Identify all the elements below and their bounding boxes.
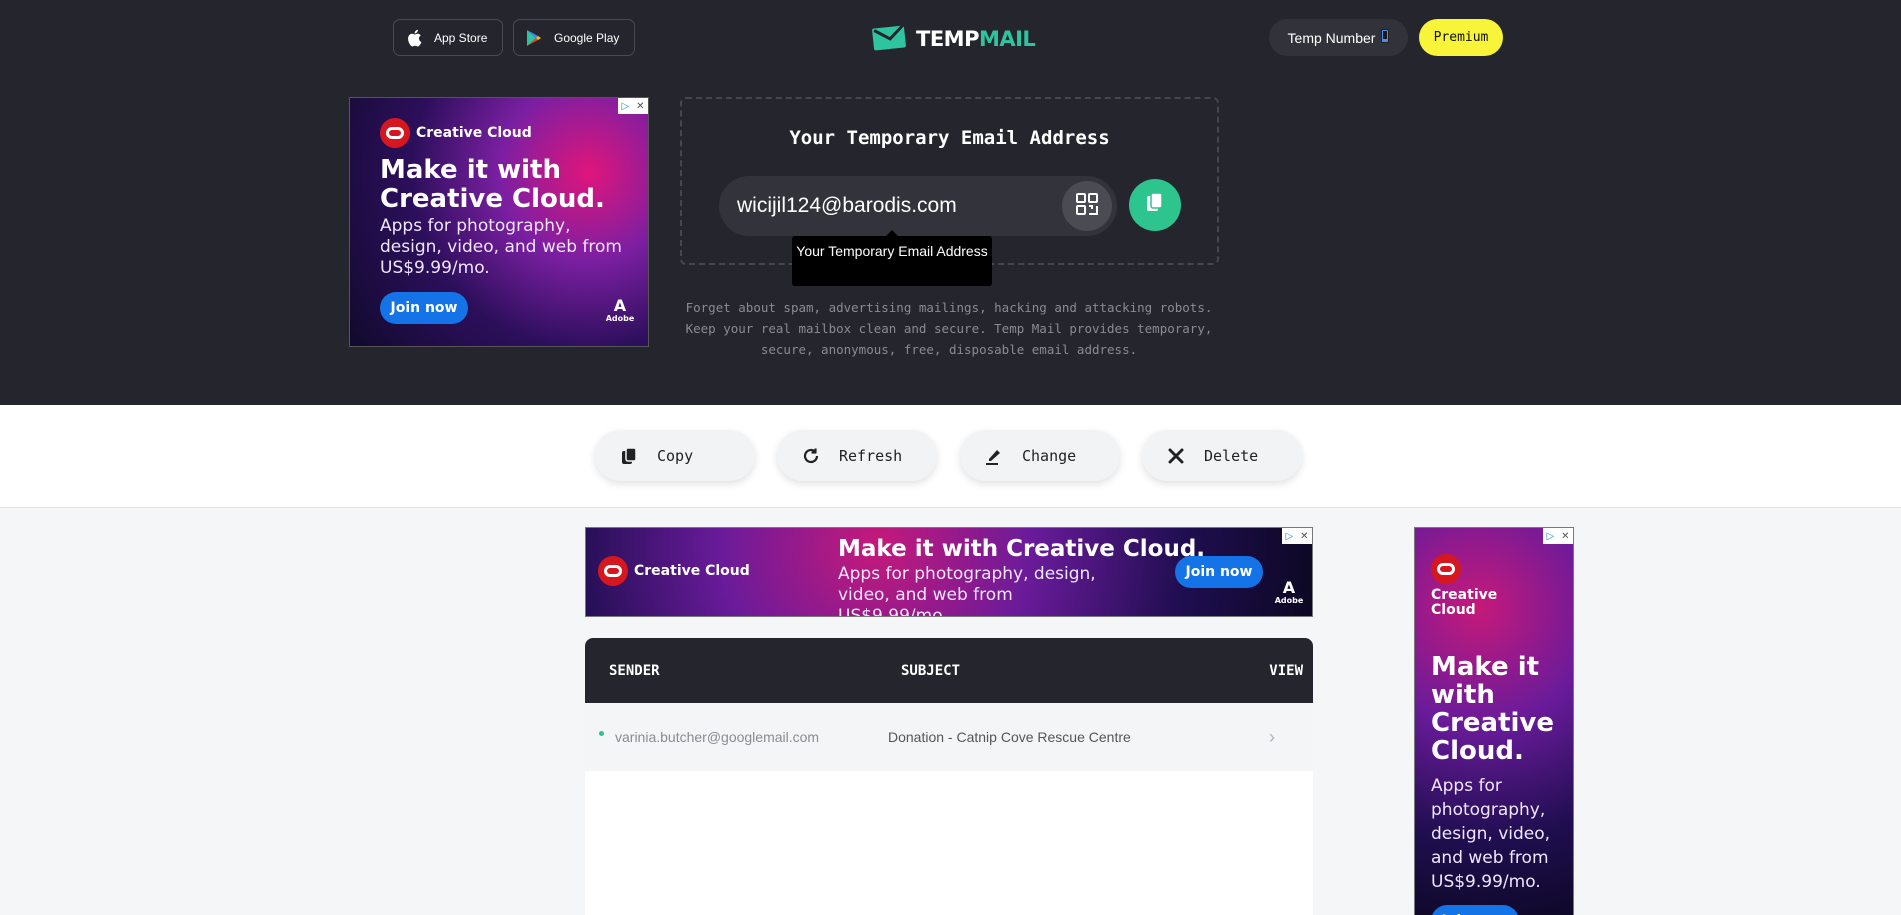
app-store-label: App Store [434, 30, 488, 45]
creative-cloud-icon [380, 118, 410, 148]
table-row[interactable]: varinia.butcher@googlemail.com Donation … [585, 703, 1313, 771]
creative-cloud-icon [1431, 554, 1461, 584]
change-label: Change [1022, 446, 1077, 465]
inbox-header: SENDER SUBJECT VIEW [585, 638, 1313, 703]
qr-code-icon [1075, 192, 1099, 221]
phone-icon [1381, 29, 1390, 46]
ad-headline: Make it with Creative Cloud. [838, 536, 1206, 562]
email-tooltip: Your Temporary Email Address [792, 230, 992, 286]
edit-icon [984, 446, 1004, 466]
change-button[interactable]: Change [960, 430, 1120, 481]
message-subject: Donation - Catnip Cove Rescue Centre [888, 729, 1131, 745]
refresh-icon [801, 446, 821, 466]
copy-icon [619, 446, 639, 466]
temp-email-value: wicijil124@barodis.com [737, 194, 957, 217]
tempmail-logo[interactable]: TEMPMAIL [872, 22, 1036, 56]
close-icon [1166, 446, 1186, 466]
ad-subtext: Apps for photography, design, video, and… [380, 216, 622, 278]
ad-headline: Make it with Creative Cloud. [1431, 652, 1555, 766]
ad-subtext: Apps for photography, design, video, and… [1431, 776, 1551, 892]
inbox-table: SENDER SUBJECT VIEW varinia.butcher@goog… [585, 638, 1313, 915]
tagline: Forget about spam, advertising mailings,… [685, 300, 1213, 357]
temp-number-button[interactable]: Temp Number [1269, 19, 1408, 56]
delete-button[interactable]: Delete [1142, 430, 1302, 481]
google-play-icon [524, 28, 544, 48]
google-play-label: Google Play [554, 30, 620, 45]
envelope-icon [872, 22, 908, 56]
refresh-label: Refresh [839, 446, 903, 465]
hero-section: App Store Google Play TEMPMAIL Temp Numb… [0, 0, 1901, 405]
ad-join-button[interactable]: Join now [1431, 905, 1519, 915]
app-store-button[interactable]: App Store [393, 19, 503, 56]
apple-icon [404, 28, 424, 48]
column-view: VIEW [1269, 662, 1303, 679]
qr-code-button[interactable] [1062, 181, 1112, 231]
ad-join-button[interactable]: Join now [1175, 556, 1263, 588]
action-bar: Copy Refresh Change Delete [0, 405, 1901, 508]
ad-brand: Creative Cloud [598, 556, 750, 586]
chevron-right-icon[interactable]: › [1269, 727, 1275, 748]
ad-join-button[interactable]: Join now [380, 292, 468, 324]
unread-indicator [599, 731, 604, 736]
temp-number-label: Temp Number [1287, 29, 1376, 46]
ad-brand: Creative Cloud [380, 118, 532, 148]
premium-button[interactable]: Premium [1419, 19, 1503, 56]
ad-subtext: Apps for photography, design, video, and… [838, 564, 1096, 617]
ad-brand: Creative Cloud [1431, 554, 1501, 618]
ad-creative-cloud-square[interactable]: ▷ ✕ Creative Cloud Make it with Creative … [349, 97, 649, 347]
delete-label: Delete [1204, 446, 1259, 465]
column-subject: SUBJECT [901, 662, 961, 679]
email-heading: Your Temporary Email Address [789, 127, 1110, 149]
ad-choices-icon[interactable]: ▷ ✕ [1282, 528, 1312, 544]
refresh-button[interactable]: Refresh [777, 430, 937, 481]
creative-cloud-icon [598, 556, 628, 586]
adobe-logo: A Adobe [1274, 577, 1304, 605]
ad-choices-icon[interactable]: ▷ ✕ [1543, 528, 1573, 544]
ad-headline: Make it with Creative Cloud. [380, 155, 605, 214]
message-sender: varinia.butcher@googlemail.com [615, 729, 820, 745]
copy-button[interactable]: Copy [595, 430, 755, 481]
ad-creative-cloud-banner[interactable]: ▷ ✕ Creative Cloud Make it with Creative … [585, 527, 1313, 617]
copy-email-button[interactable] [1129, 179, 1181, 231]
google-play-button[interactable]: Google Play [513, 19, 635, 56]
adobe-logo: A Adobe [605, 295, 635, 323]
copy-label: Copy [657, 446, 694, 465]
column-sender: SENDER [609, 662, 660, 679]
logo-text: TEMPMAIL [916, 27, 1036, 51]
ad-creative-cloud-skyscraper[interactable]: ▷ ✕ Creative Cloud Make it with Creative … [1414, 527, 1574, 915]
ad-choices-icon[interactable]: ▷ ✕ [618, 98, 648, 114]
copy-icon [1144, 191, 1166, 220]
temp-email-field[interactable]: wicijil124@barodis.com [719, 176, 1117, 236]
